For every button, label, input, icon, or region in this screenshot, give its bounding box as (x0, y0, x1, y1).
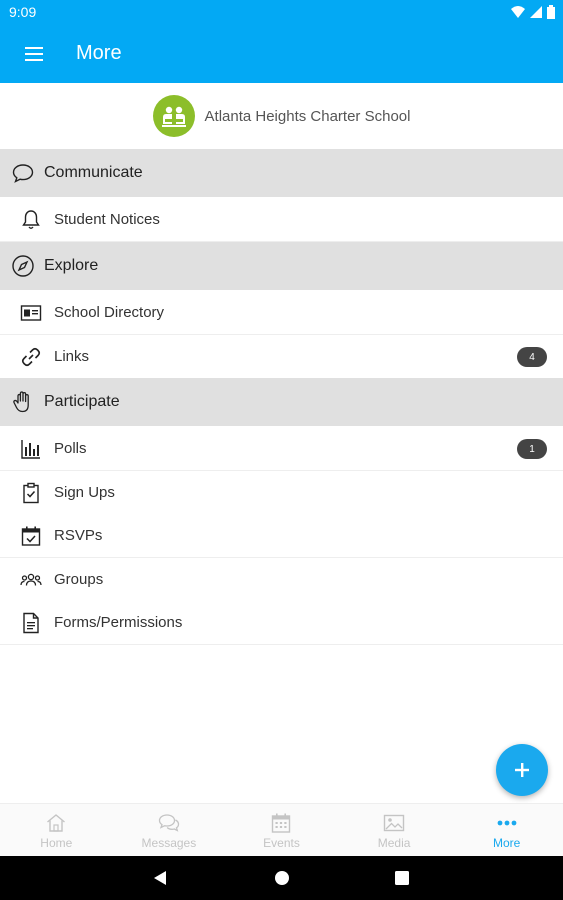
group-people-icon (20, 573, 42, 586)
link-icon (21, 347, 41, 367)
section-header-participate: Participate (0, 378, 563, 426)
signal-icon (530, 6, 542, 18)
messages-icon (158, 814, 180, 832)
bell-icon (22, 210, 40, 229)
school-header[interactable]: Atlanta Heights Charter School (0, 83, 563, 149)
nav-label: Events (263, 836, 300, 850)
plus-icon (515, 763, 529, 777)
section-label: Participate (44, 393, 120, 410)
image-icon (383, 814, 405, 832)
home-circle-icon (275, 871, 289, 885)
more-dots-icon (497, 820, 517, 826)
list-item-label: Polls (54, 440, 87, 457)
list-item-sign-ups[interactable]: Sign Ups (0, 471, 563, 515)
section-label: Explore (44, 257, 99, 274)
wifi-icon (511, 6, 525, 18)
system-nav-bar (0, 856, 563, 900)
nav-item-messages[interactable]: Messages (113, 804, 226, 856)
list-item-label: Sign Ups (54, 484, 115, 501)
status-icons (511, 5, 555, 19)
page-title: More (76, 42, 122, 64)
hamburger-menu-icon (25, 47, 43, 61)
count-badge: 1 (517, 439, 547, 459)
nav-label: Messages (141, 836, 197, 850)
id-card-icon (20, 305, 42, 321)
recents-square-icon (395, 871, 409, 885)
list-item-groups[interactable]: Groups (0, 558, 563, 602)
system-recents-button[interactable] (392, 868, 412, 888)
list-item-student-notices[interactable]: Student Notices (0, 198, 563, 242)
school-logo (152, 95, 195, 137)
list-item-school-directory[interactable]: School Directory (0, 291, 563, 335)
nav-item-more[interactable]: More (450, 804, 563, 856)
app-bar: More (0, 24, 563, 83)
battery-icon (547, 5, 555, 19)
nav-item-home[interactable]: Home (0, 804, 113, 856)
list-item-polls[interactable]: Polls 1 (0, 427, 563, 471)
calendar-check-icon (21, 526, 41, 546)
nav-item-events[interactable]: Events (225, 804, 338, 856)
school-logo-icon (161, 106, 186, 127)
list-item-label: RSVPs (54, 527, 103, 544)
section-label: Communicate (44, 164, 143, 181)
list-item-label: Student Notices (54, 211, 160, 228)
status-time: 9:09 (9, 4, 37, 20)
bar-chart-icon (21, 440, 40, 459)
list-item-forms-permissions[interactable]: Forms/Permissions (0, 601, 563, 645)
nav-item-media[interactable]: Media (338, 804, 451, 856)
nav-label: More (493, 836, 521, 850)
section-header-explore: Explore (0, 242, 563, 290)
calendar-icon (272, 813, 291, 833)
nav-label: Media (377, 836, 411, 850)
nav-label: Home (40, 836, 73, 850)
list-item-label: Groups (54, 571, 104, 588)
count-badge: 4 (517, 347, 547, 367)
list-item-rsvps[interactable]: RSVPs (0, 514, 563, 558)
add-fab-button[interactable] (496, 744, 548, 796)
bottom-nav: Home Messages Events Media More (0, 803, 563, 856)
compass-icon (12, 255, 34, 277)
status-bar: 9:09 (0, 0, 563, 24)
system-back-button[interactable] (150, 868, 170, 888)
list-item-links[interactable]: Links 4 (0, 335, 563, 379)
back-triangle-icon (154, 871, 166, 885)
clipboard-check-icon (23, 482, 39, 504)
section-header-communicate: Communicate (0, 149, 563, 197)
speech-bubble-icon (12, 164, 34, 183)
school-name: Atlanta Heights Charter School (204, 107, 411, 125)
system-home-button[interactable] (272, 868, 292, 888)
document-icon (23, 612, 39, 634)
menu-button[interactable] (14, 34, 54, 74)
home-icon (47, 814, 66, 832)
list-item-label: School Directory (54, 304, 165, 321)
hand-icon (13, 391, 29, 413)
list-item-label: Forms/Permissions (54, 614, 183, 631)
list-item-label: Links (54, 348, 90, 365)
